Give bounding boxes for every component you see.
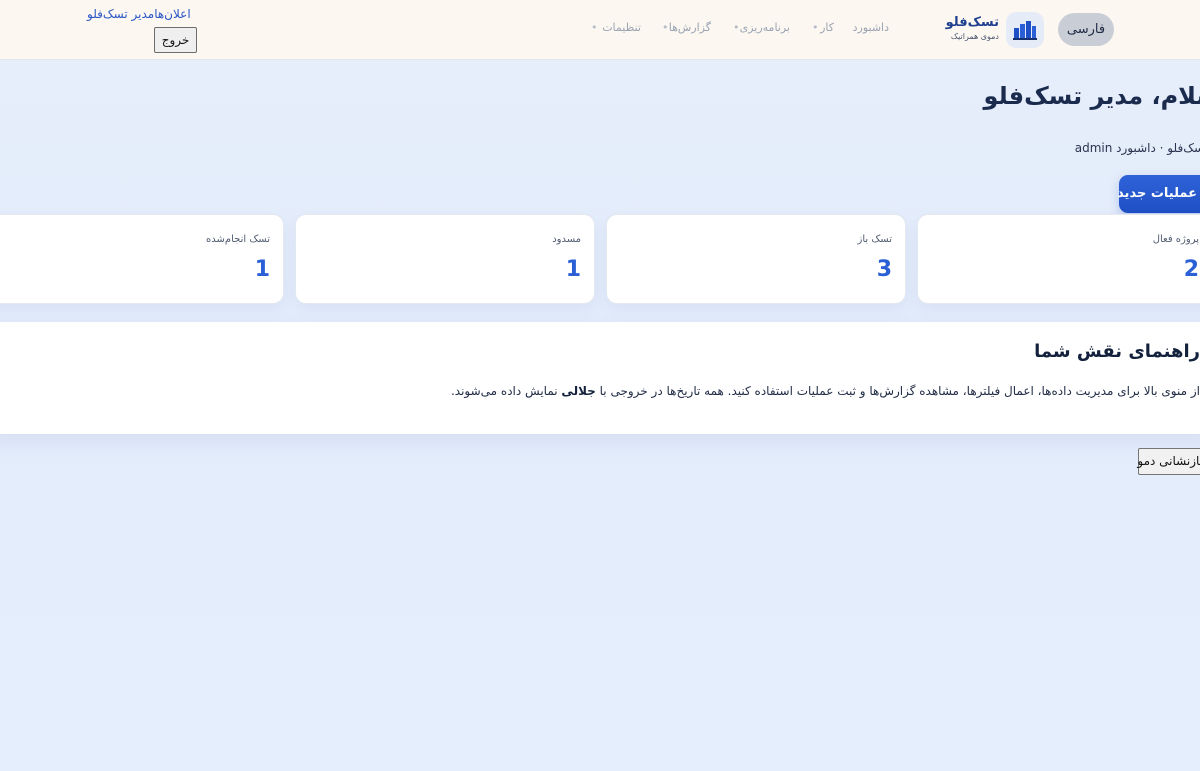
reset-demo-button[interactable]: بازنشانی دمو (1137, 448, 1200, 475)
nav-separator: • (812, 21, 819, 34)
nav-separator: • (733, 21, 740, 34)
stat-card-active-projects: پروژه فعال 2 (917, 214, 1200, 304)
language-button[interactable]: فارسی (1058, 13, 1114, 46)
nav-dashboard[interactable]: داشبورد (853, 21, 889, 34)
guide-text: از منوی بالا برای مدیریت داده‌ها، اعمال … (451, 384, 1200, 398)
stat-label: پروژه فعال (1152, 234, 1199, 245)
stat-card-done-tasks: تسک انجام‌شده 1 (0, 214, 284, 304)
notifications-link[interactable]: اعلان‌هامدیر تسک‌فلو (87, 7, 191, 21)
nav-planning[interactable]: برنامه‌ریزی (740, 21, 790, 34)
stat-card-open-tasks: تسک باز 3 (606, 214, 906, 304)
stat-value: 2 (1183, 257, 1199, 282)
nav-settings[interactable]: تنظیمات (602, 21, 641, 34)
stat-value: 3 (876, 257, 892, 282)
stat-card-blocked: مسدود 1 (295, 214, 595, 304)
building-bars-icon (1013, 21, 1037, 40)
stat-label: تسک باز (857, 234, 893, 245)
stat-value: 1 (565, 257, 581, 282)
logout-button[interactable]: خروج (154, 27, 197, 53)
nav-separator: • (591, 21, 598, 34)
logo (1006, 12, 1044, 48)
nav-separator: • (662, 21, 669, 34)
guide-text-calendar: جلالی (561, 384, 596, 398)
brand-title: تسک‌فلو (945, 15, 999, 30)
nav-work[interactable]: کار (820, 21, 834, 34)
page-title: سلام، مدیر تسک‌فلو (983, 82, 1200, 110)
new-operation-button[interactable]: عملیات جدید (1117, 175, 1200, 213)
guide-text-end: نمایش داده می‌شوند. (450, 384, 562, 398)
nav-reports[interactable]: گزارش‌ها (669, 21, 711, 34)
guide-title: راهنمای نقش شما (1034, 341, 1200, 362)
breadcrumb: تسک‌فلو · داشبورد admin (1074, 141, 1200, 155)
top-header: فارسی تسک‌فلو دموی همراتیک داشبورد • کار… (0, 0, 1200, 60)
stat-label: تسک انجام‌شده (206, 234, 270, 245)
stat-value: 1 (254, 257, 270, 282)
brand-subtitle: دموی همراتیک (950, 32, 999, 41)
role-guide-card (0, 322, 1200, 434)
stat-label: مسدود (552, 234, 581, 245)
guide-text-start: از منوی بالا برای مدیریت داده‌ها، اعمال … (595, 384, 1200, 398)
